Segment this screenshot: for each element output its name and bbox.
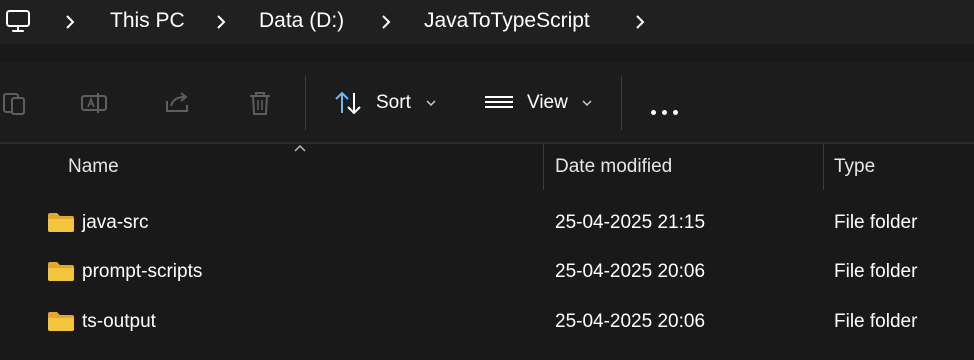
toolbar-separator xyxy=(305,76,306,130)
file-date-modified: 25-04-2025 21:15 xyxy=(555,212,706,233)
view-icon[interactable] xyxy=(484,88,514,118)
file-row[interactable]: prompt-scripts 25-04-2025 20:06 File fol… xyxy=(0,249,974,297)
rename-icon[interactable] xyxy=(80,88,110,118)
column-header-type[interactable]: Type xyxy=(834,156,875,178)
command-bar: Sort View xyxy=(0,62,974,144)
file-type: File folder xyxy=(834,311,918,332)
address-bar[interactable]: This PC Data (D:) JavaToTypeScript xyxy=(0,0,974,44)
column-divider[interactable] xyxy=(543,144,544,190)
more-options-icon[interactable] xyxy=(651,102,684,120)
toolbar-separator xyxy=(621,76,622,130)
file-name: ts-output xyxy=(82,311,156,332)
paste-icon[interactable] xyxy=(0,88,30,118)
file-name: java-src xyxy=(82,212,149,233)
file-type: File folder xyxy=(834,212,918,233)
file-row[interactable]: java-src 25-04-2025 21:15 File folder xyxy=(0,200,974,248)
file-type: File folder xyxy=(834,261,918,282)
folder-icon xyxy=(48,213,74,232)
chevron-right-icon[interactable] xyxy=(380,12,392,32)
chevron-right-icon[interactable] xyxy=(64,12,76,32)
breadcrumb-this-pc[interactable]: This PC xyxy=(110,0,185,44)
file-date-modified: 25-04-2025 20:06 xyxy=(555,311,706,332)
column-header-name[interactable]: Name xyxy=(68,156,119,178)
chevron-right-icon[interactable] xyxy=(215,12,227,32)
chevron-down-icon[interactable] xyxy=(426,99,436,107)
sort-icon[interactable] xyxy=(333,88,363,118)
breadcrumb-javatotypescript[interactable]: JavaToTypeScript xyxy=(424,0,590,44)
file-name: prompt-scripts xyxy=(82,261,203,282)
share-icon[interactable] xyxy=(163,88,193,118)
file-row[interactable]: ts-output 25-04-2025 20:06 File folder xyxy=(0,299,974,347)
chevron-down-icon[interactable] xyxy=(582,99,592,107)
folder-icon xyxy=(48,312,74,331)
file-date-modified: 25-04-2025 20:06 xyxy=(555,261,706,282)
column-header-date-modified[interactable]: Date modified xyxy=(555,156,672,178)
breadcrumb-data-drive[interactable]: Data (D:) xyxy=(259,0,344,44)
delete-icon[interactable] xyxy=(245,88,275,118)
sort-button[interactable]: Sort xyxy=(376,90,411,116)
folder-icon xyxy=(48,262,74,281)
view-button[interactable]: View xyxy=(527,90,568,116)
chevron-right-icon[interactable] xyxy=(634,12,646,32)
this-pc-icon[interactable] xyxy=(4,7,32,35)
column-headers: Name Date modified Type xyxy=(0,144,974,190)
column-divider[interactable] xyxy=(823,144,824,190)
